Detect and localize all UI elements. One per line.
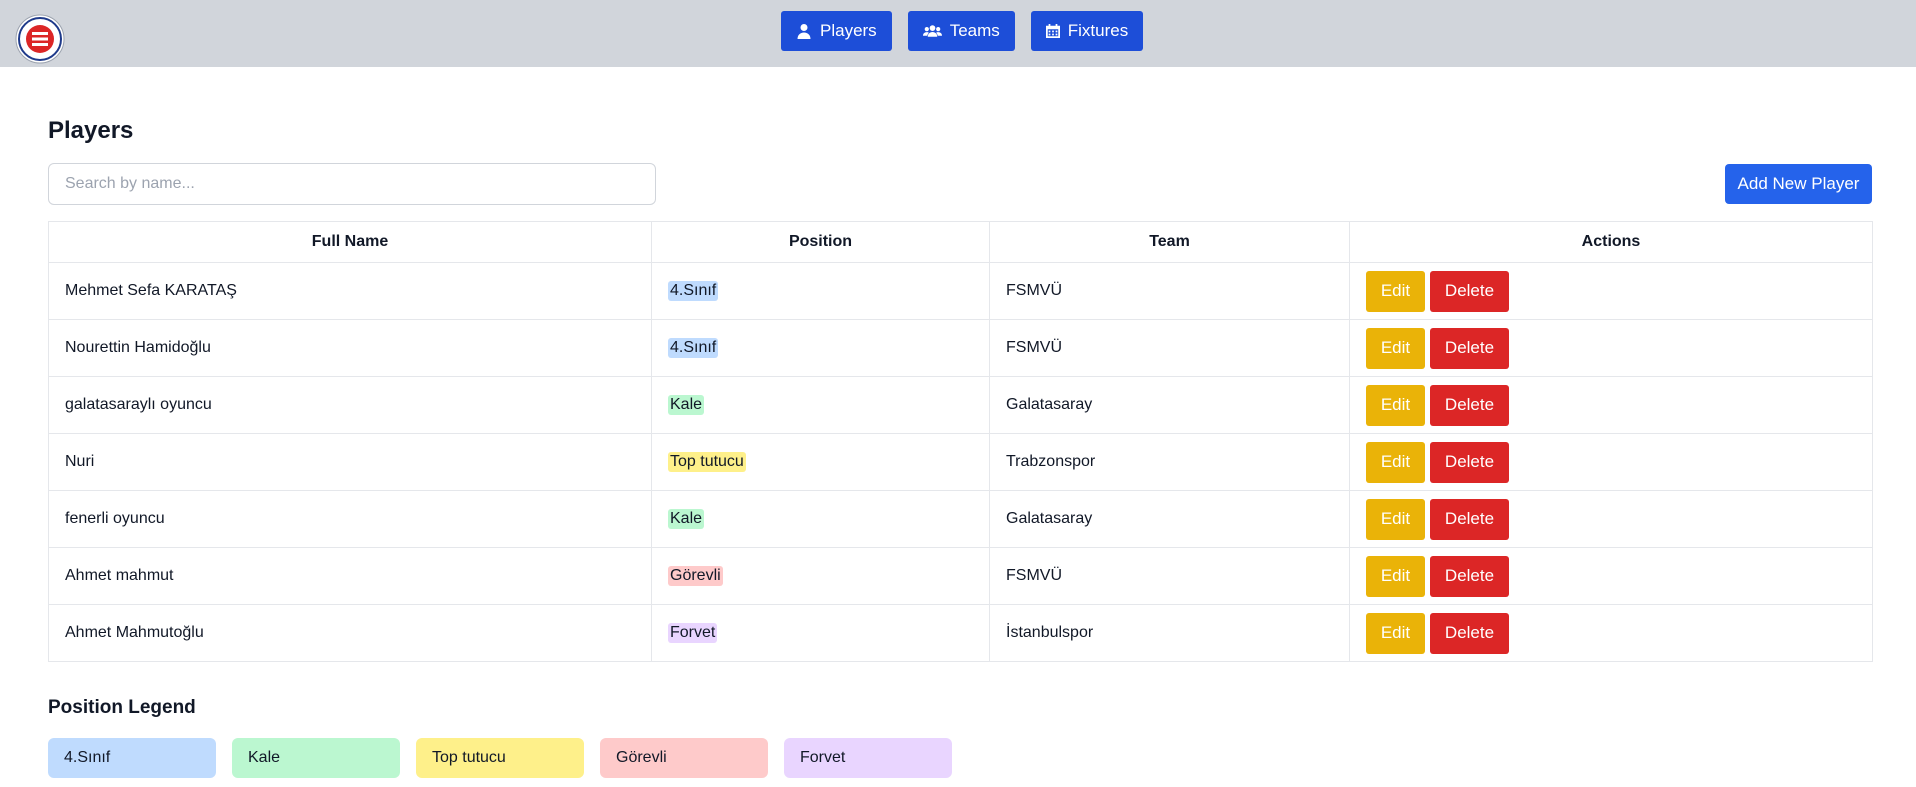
cell-team: FSMVÜ [989, 547, 1350, 605]
cell-team: Galatasaray [989, 490, 1350, 548]
table-row: Nourettin Hamidoğlu 4.Sınıf FSMVÜ Edit Delet… [48, 319, 1873, 377]
legend-item: Kale [232, 738, 400, 778]
table-row: Nuri Top tutucu Trabzonspor Edit Delete [48, 433, 1873, 491]
add-new-player-button[interactable]: Add New Player [1725, 164, 1872, 204]
cell-actions: Edit Delete [1349, 604, 1873, 662]
edit-button[interactable]: Edit [1366, 384, 1425, 426]
position-badge: Görevli [668, 566, 723, 586]
cell-full-name: galatasaraylı oyuncu [48, 376, 652, 434]
cell-team: FSMVÜ [989, 319, 1350, 377]
cell-position: Kale [651, 376, 990, 434]
edit-button[interactable]: Edit [1366, 498, 1425, 540]
cell-actions: Edit Delete [1349, 376, 1873, 434]
cell-full-name: Mehmet Sefa KARATAŞ [48, 262, 652, 320]
position-badge: Top tutucu [668, 452, 746, 472]
cell-full-name: Ahmet mahmut [48, 547, 652, 605]
cell-position: Top tutucu [651, 433, 990, 491]
main-nav: Players Teams Fixtures [781, 11, 1144, 51]
cell-actions: Edit Delete [1349, 490, 1873, 548]
players-table: Full Name Position Team Actions Mehmet S… [48, 221, 1873, 662]
top-navbar: Players Teams Fixtures [0, 0, 1916, 67]
position-badge: Kale [668, 395, 705, 415]
nav-fixtures-button[interactable]: Fixtures [1030, 11, 1144, 51]
legend-title: Position Legend [48, 697, 196, 718]
column-header-full-name: Full Name [48, 221, 652, 263]
edit-button[interactable]: Edit [1366, 612, 1425, 654]
cell-team: FSMVÜ [989, 262, 1350, 320]
delete-button[interactable]: Delete [1430, 327, 1509, 369]
delete-button[interactable]: Delete [1430, 555, 1509, 597]
cell-actions: Edit Delete [1349, 262, 1873, 320]
table-row: Ahmet mahmut Görevli FSMVÜ Edit Delete [48, 547, 1873, 605]
table-header-row: Full Name Position Team Actions [48, 221, 1873, 263]
column-header-actions: Actions [1349, 221, 1873, 263]
position-badge: 4.Sınıf [668, 281, 719, 301]
table-row: fenerli oyuncu Kale Galatasaray Edit Delete [48, 490, 1873, 548]
delete-button[interactable]: Delete [1430, 498, 1509, 540]
nav-players-button[interactable]: Players [781, 11, 892, 51]
delete-button[interactable]: Delete [1430, 384, 1509, 426]
table-row: Ahmet Mahmutoğlu Forvet İstanbulspor Edit De… [48, 604, 1873, 662]
nav-teams-button[interactable]: Teams [907, 11, 1015, 51]
position-badge: Kale [668, 509, 705, 529]
cell-full-name: fenerli oyuncu [48, 490, 652, 548]
delete-button[interactable]: Delete [1430, 441, 1509, 483]
cell-actions: Edit Delete [1349, 319, 1873, 377]
legend-item: Top tutucu [416, 738, 584, 778]
delete-button[interactable]: Delete [1430, 270, 1509, 312]
cell-position: Forvet [651, 604, 990, 662]
cell-actions: Edit Delete [1349, 433, 1873, 491]
edit-button[interactable]: Edit [1366, 327, 1425, 369]
delete-button[interactable]: Delete [1430, 612, 1509, 654]
page-title: Players [48, 117, 134, 144]
calendar-icon [1045, 24, 1060, 38]
search-input[interactable] [48, 163, 656, 205]
cell-team: Trabzonspor [989, 433, 1350, 491]
cell-team: Galatasaray [989, 376, 1350, 434]
table-row: Mehmet Sefa KARATAŞ 4.Sınıf FSMVÜ Edit Delet… [48, 262, 1873, 320]
legend-item: Görevli [600, 738, 768, 778]
cell-team: İstanbulspor [989, 604, 1350, 662]
university-logo-icon[interactable] [15, 14, 65, 64]
edit-button[interactable]: Edit [1366, 441, 1425, 483]
cell-actions: Edit Delete [1349, 547, 1873, 605]
nav-teams-label: Teams [949, 21, 1000, 40]
edit-button[interactable]: Edit [1366, 270, 1425, 312]
users-icon [922, 25, 942, 37]
position-badge: Forvet [668, 623, 718, 643]
user-icon [797, 24, 811, 39]
column-header-position: Position [651, 221, 990, 263]
edit-button[interactable]: Edit [1366, 555, 1425, 597]
cell-full-name: Nourettin Hamidoğlu [48, 319, 652, 377]
nav-players-label: Players [820, 21, 877, 40]
legend-item: Forvet [784, 738, 952, 778]
nav-fixtures-label: Fixtures [1067, 21, 1129, 40]
cell-position: Kale [651, 490, 990, 548]
legend-item: 4.Sınıf [48, 738, 216, 778]
cell-position: Görevli [651, 547, 990, 605]
cell-position: 4.Sınıf [651, 319, 990, 377]
cell-position: 4.Sınıf [651, 262, 990, 320]
cell-full-name: Ahmet Mahmutoğlu [48, 604, 652, 662]
column-header-team: Team [989, 221, 1350, 263]
cell-full-name: Nuri [48, 433, 652, 491]
table-body: Mehmet Sefa KARATAŞ 4.Sınıf FSMVÜ Edit Delet… [48, 262, 1873, 662]
position-badge: 4.Sınıf [668, 338, 719, 358]
table-row: galatasaraylı oyuncu Kale Galatasaray Edit D… [48, 376, 1873, 434]
position-legend: 4.Sınıf Kale Top tutucu Görevli Forvet [48, 738, 952, 778]
